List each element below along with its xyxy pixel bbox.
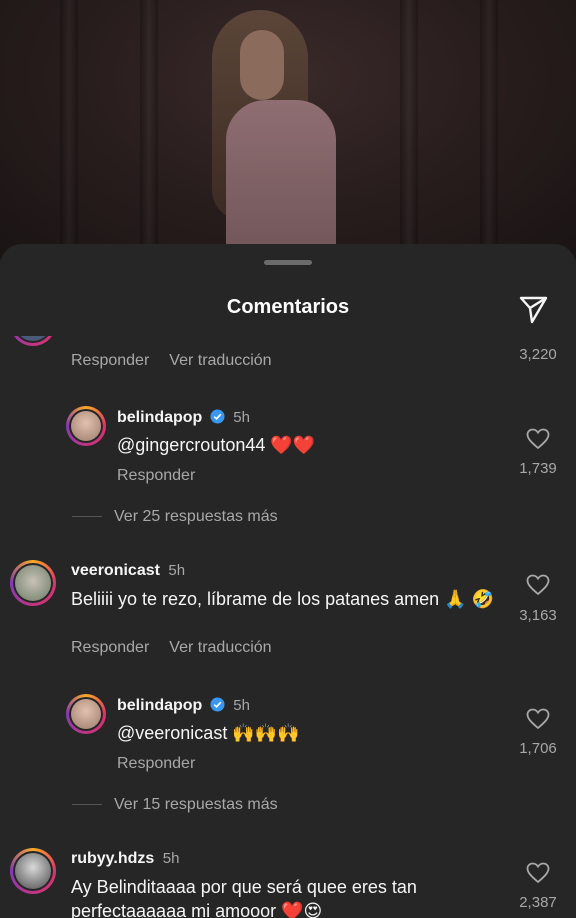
heart-icon[interactable]: [526, 862, 550, 884]
comments-sheet: Comentarios Responder Ver traducción 3,22…: [0, 244, 576, 918]
reply-button[interactable]: Responder: [71, 352, 149, 369]
view-more-replies-button[interactable]: Ver 15 respuestas más: [72, 796, 278, 814]
comment-text: Beliiii yo te rezo, líbrame de los patan…: [71, 589, 495, 609]
share-icon[interactable]: [516, 292, 550, 326]
username[interactable]: belindapop: [117, 409, 202, 426]
like-count: 2,387: [519, 894, 557, 911]
heart-icon[interactable]: [526, 708, 550, 730]
username[interactable]: rubyy.hdzs: [71, 850, 154, 867]
sheet-title: Comentarios: [226, 296, 350, 318]
verified-badge-icon: [210, 697, 225, 717]
comment-list[interactable]: Responder Ver traducción 3,220 belindapop…: [0, 336, 576, 918]
reply-button[interactable]: Responder: [117, 467, 195, 484]
comment-item: veeronicast 5h Beliiii yo te rezo, líbra…: [0, 560, 576, 680]
username[interactable]: veeronicast: [71, 562, 160, 579]
like-count: 1,739: [519, 460, 557, 477]
sheet-grabber-handle[interactable]: [264, 260, 312, 265]
like-count: 3,220: [519, 346, 557, 363]
timestamp: 5h: [233, 697, 250, 714]
avatar[interactable]: [66, 694, 106, 734]
avatar[interactable]: [10, 848, 56, 894]
verified-badge-icon: [210, 409, 225, 429]
like-count: 1,706: [519, 740, 557, 757]
reply-button[interactable]: Responder: [117, 755, 195, 772]
view-more-replies-button[interactable]: Ver 25 respuestas más: [72, 508, 278, 526]
heart-icon[interactable]: [526, 428, 550, 450]
comment-text: Ay Belinditaaaa por que será quee eres t…: [71, 877, 417, 918]
heart-icon[interactable]: [526, 574, 550, 596]
timestamp: 5h: [233, 409, 250, 426]
comment-item: Responder Ver traducción 3,220: [0, 336, 576, 376]
comment-text: @veeronicast 🙌🙌🙌: [117, 723, 300, 743]
translate-button[interactable]: Ver traducción: [169, 352, 271, 369]
avatar[interactable]: [66, 406, 106, 446]
comment-item: rubyy.hdzs 5h Ay Belinditaaaa por que se…: [0, 848, 576, 918]
username[interactable]: belindapop: [117, 697, 202, 714]
avatar[interactable]: [10, 336, 56, 346]
reply-button[interactable]: Responder: [71, 639, 149, 656]
like-count: 3,163: [519, 607, 557, 624]
timestamp: 5h: [168, 562, 186, 579]
post-photo: [0, 0, 576, 260]
comment-text: @gingercrouton44 ❤️❤️: [117, 435, 316, 455]
timestamp: 5h: [162, 850, 180, 867]
translate-button[interactable]: Ver traducción: [169, 639, 271, 656]
avatar[interactable]: [10, 560, 56, 606]
